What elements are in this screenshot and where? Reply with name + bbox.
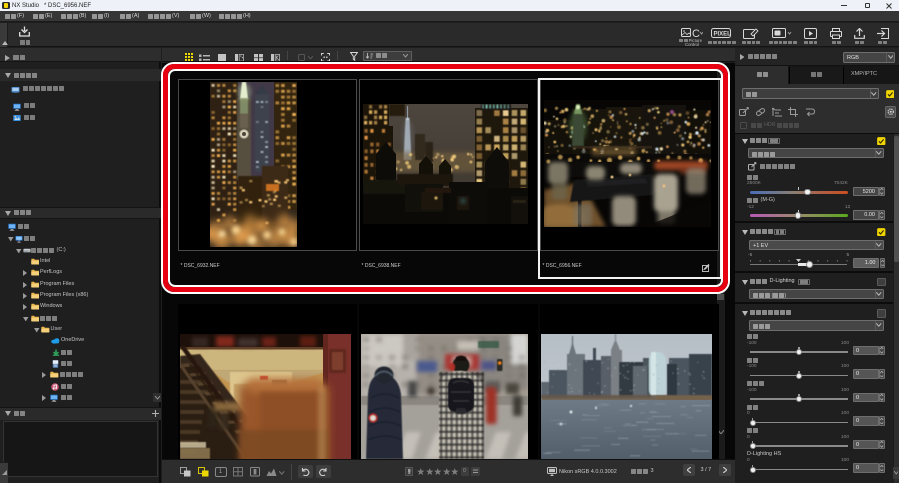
svg-text:PIXEL: PIXEL	[714, 31, 732, 37]
